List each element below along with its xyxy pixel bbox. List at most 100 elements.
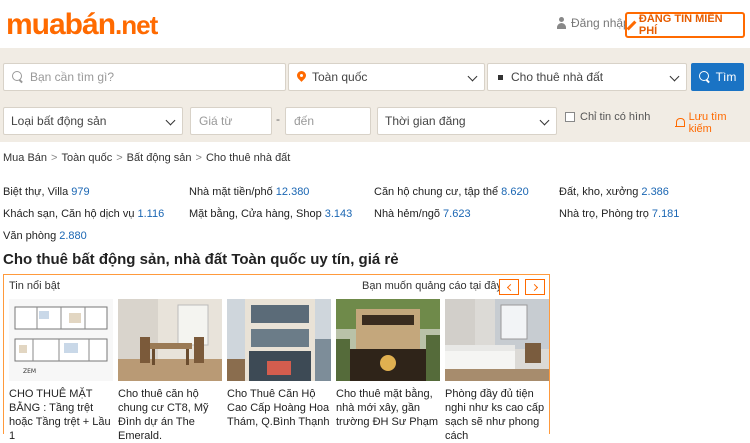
category-link[interactable]: Khách sạn, Căn hộ dịch vụ 1.116 xyxy=(3,208,164,220)
price-to-placeholder: đến xyxy=(294,114,315,128)
shopfront-image xyxy=(336,299,440,381)
category-count: 12.380 xyxy=(275,186,310,198)
square-bullet-icon xyxy=(498,74,503,80)
breadcrumb-item-real-estate[interactable]: Bất động sản xyxy=(127,152,192,164)
category-link[interactable]: Nhà mặt tiền/phố 12.380 xyxy=(189,186,309,198)
category-count: 2.880 xyxy=(59,230,87,242)
bedroom-image xyxy=(445,299,549,381)
pencil-icon xyxy=(627,21,636,30)
category-link[interactable]: Biệt thự, Villa 979 xyxy=(3,186,90,198)
apartment-interior-image xyxy=(118,299,222,381)
listing-title[interactable]: Phòng đầy đủ tiện nghi như ks cao cấp sạ… xyxy=(445,387,549,443)
site-logo[interactable]: muabán.net xyxy=(6,8,158,42)
listing-thumbnail[interactable]: ZEM xyxy=(9,299,113,381)
listing-thumbnail[interactable] xyxy=(227,299,331,381)
listing-thumbnail[interactable] xyxy=(118,299,222,381)
listing-title[interactable]: Cho Thuê Căn Hộ Cao Cấp Hoàng Hoa Thám, … xyxy=(227,387,331,429)
category-count: 7.181 xyxy=(651,208,680,220)
search-button-label: Tìm xyxy=(715,70,737,84)
category-count: 7.623 xyxy=(443,208,471,220)
images-only-checkbox[interactable]: Chỉ tin có hình xyxy=(565,111,650,123)
building-facade-image xyxy=(227,299,331,381)
logo-tld-text: .net xyxy=(115,10,158,40)
login-link[interactable]: Đăng nhập xyxy=(556,16,630,30)
breadcrumb-item-location[interactable]: Toàn quốc xyxy=(61,152,112,164)
property-type-select[interactable]: Loại bất động sản xyxy=(3,107,183,135)
category-link[interactable]: Đất, kho, xưởng 2.386 xyxy=(559,186,669,198)
location-select[interactable]: Toàn quốc xyxy=(288,63,485,91)
category-name: Đất, kho, xưởng xyxy=(559,186,639,198)
svg-text:ZEM: ZEM xyxy=(23,368,36,375)
price-separator: - xyxy=(276,112,280,126)
listing-thumbnail[interactable] xyxy=(336,299,440,381)
save-search-label: Lưu tìm kiếm xyxy=(688,111,727,135)
advertise-link[interactable]: Bạn muốn quảng cáo tại đây? xyxy=(362,280,508,292)
carousel-prev-button[interactable] xyxy=(499,279,519,295)
category-name: Văn phòng xyxy=(3,230,57,242)
listing-title[interactable]: Cho thuê căn hộ chung cư CT8, Mỹ Đình dự… xyxy=(118,387,222,443)
category-link[interactable]: Nhà trọ, Phòng trọ 7.181 xyxy=(559,208,679,220)
breadcrumb: Mua Bán > Toàn quốc > Bất động sản > Cho… xyxy=(3,152,290,164)
search-panel: Bạn cần tìm gì? Toàn quốc Cho thuê nhà đ… xyxy=(0,48,750,142)
chevron-down-icon xyxy=(669,71,680,82)
breadcrumb-item-home[interactable]: Mua Bán xyxy=(3,152,47,164)
category-link[interactable]: Nhà hẻm/ngõ 7.623 xyxy=(374,208,471,220)
featured-listings: Tin nổi bật Bạn muốn quảng cáo tại đây? … xyxy=(3,274,550,442)
header: muabán.net Đăng nhập ĐĂNG TIN MIỄN PHÍ xyxy=(0,0,750,48)
chevron-down-icon xyxy=(539,115,550,126)
listing-card[interactable]: ZEM CHO THUÊ MẶT BẰNG : Tầng trệt hoặc T… xyxy=(9,299,113,443)
category-select[interactable]: Cho thuê nhà đất xyxy=(487,63,687,91)
logo-main-text: muabán xyxy=(6,8,116,41)
chevron-down-icon xyxy=(165,115,176,126)
category-count: 979 xyxy=(71,186,90,198)
listing-card[interactable]: Cho Thuê Căn Hộ Cao Cấp Hoàng Hoa Thám, … xyxy=(227,299,331,429)
category-name: Nhà trọ, Phòng trọ xyxy=(559,208,649,220)
location-value: Toàn quốc xyxy=(312,70,368,84)
save-search-link[interactable]: Lưu tìm kiếm xyxy=(675,111,750,135)
category-link[interactable]: Văn phòng 2.880 xyxy=(3,230,87,242)
user-icon xyxy=(556,17,567,29)
category-name: Khách sạn, Căn hộ dịch vụ xyxy=(3,208,135,220)
category-count: 3.143 xyxy=(324,208,353,220)
chevron-left-icon xyxy=(506,283,514,291)
category-count: 1.116 xyxy=(137,208,165,220)
carousel-next-button[interactable] xyxy=(525,279,545,295)
floor-plan-image: ZEM xyxy=(9,299,113,381)
search-input[interactable]: Bạn cần tìm gì? xyxy=(3,63,286,91)
breadcrumb-item-rental[interactable]: Cho thuê nhà đất xyxy=(206,152,290,164)
chevron-right-icon xyxy=(530,283,538,291)
checkbox-box[interactable] xyxy=(565,112,575,122)
listing-card[interactable]: Cho thuê mặt bằng, nhà mới xây, gần trườ… xyxy=(336,299,440,429)
location-pin-icon xyxy=(297,71,306,83)
category-link[interactable]: Mặt bằng, Cửa hàng, Shop 3.143 xyxy=(189,208,352,220)
search-icon xyxy=(698,71,711,83)
category-name: Nhà hẻm/ngõ xyxy=(374,208,441,220)
section-title: Cho thuê bất động sản, nhà đất Toàn quốc… xyxy=(3,251,399,268)
category-name: Căn hộ chung cư, tập thể xyxy=(374,186,499,198)
post-time-placeholder: Thời gian đăng xyxy=(385,114,466,128)
breadcrumb-separator: > xyxy=(195,152,202,164)
listing-card[interactable]: Cho thuê căn hộ chung cư CT8, Mỹ Đình dự… xyxy=(118,299,222,443)
property-type-placeholder: Loại bất động sản xyxy=(11,114,107,128)
search-button[interactable]: Tìm xyxy=(691,63,744,91)
featured-label: Tin nổi bật xyxy=(9,280,60,292)
listing-title[interactable]: Cho thuê mặt bằng, nhà mới xây, gần trườ… xyxy=(336,387,440,429)
post-time-select[interactable]: Thời gian đăng xyxy=(377,107,557,135)
listing-card[interactable]: Phòng đầy đủ tiện nghi như ks cao cấp sạ… xyxy=(445,299,549,443)
category-count: 8.620 xyxy=(501,186,529,198)
listing-thumbnail[interactable] xyxy=(445,299,549,381)
category-name: Mặt bằng, Cửa hàng, Shop xyxy=(189,208,322,220)
category-name: Nhà mặt tiền/phố xyxy=(189,186,273,198)
listing-title[interactable]: CHO THUÊ MẶT BẰNG : Tầng trệt hoặc Tầng … xyxy=(9,387,113,443)
search-icon xyxy=(12,71,24,83)
price-to-input[interactable]: đến xyxy=(285,107,371,135)
chevron-down-icon xyxy=(467,71,478,82)
category-link[interactable]: Căn hộ chung cư, tập thể 8.620 xyxy=(374,186,529,198)
post-ad-button[interactable]: ĐĂNG TIN MIỄN PHÍ xyxy=(625,12,745,38)
category-name: Biệt thự, Villa xyxy=(3,186,69,198)
search-placeholder: Bạn cần tìm gì? xyxy=(30,70,115,84)
breadcrumb-separator: > xyxy=(116,152,123,164)
price-from-input[interactable]: Giá từ xyxy=(190,107,272,135)
post-ad-label: ĐĂNG TIN MIỄN PHÍ xyxy=(638,13,723,37)
images-only-label: Chỉ tin có hình xyxy=(580,111,651,123)
